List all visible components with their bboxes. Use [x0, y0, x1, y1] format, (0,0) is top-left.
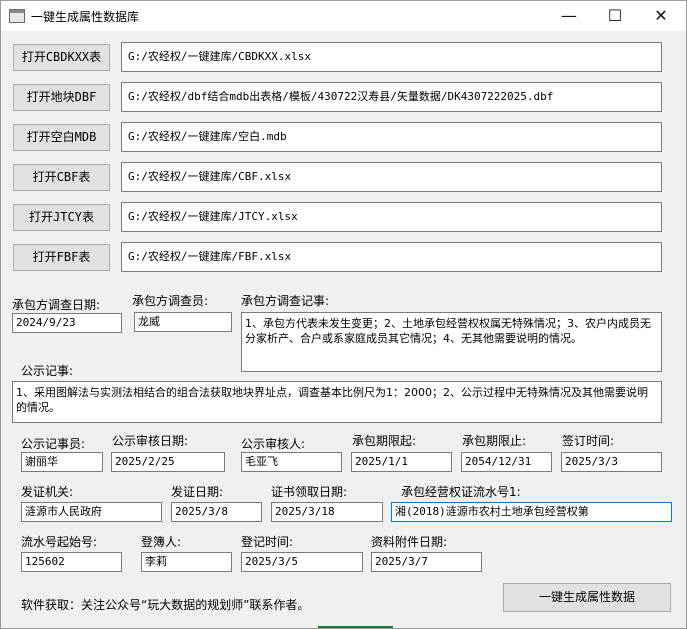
- publicity-reviewer-field[interactable]: 毛亚飞: [241, 452, 342, 472]
- open-dk-dbf-button[interactable]: 打开地块DBF: [13, 84, 110, 111]
- minimize-button[interactable]: —: [546, 1, 592, 31]
- software-source-note: 软件获取：关注公众号“玩大数据的规划师”联系作者。: [21, 598, 310, 612]
- survey-notes-field[interactable]: 1、承包方代表未发生变更；2、土地承包经营权权属无特殊情况；3、农户内成员无分家…: [241, 312, 662, 372]
- sign-time-field[interactable]: 2025/3/3: [561, 452, 662, 472]
- survey-date-field[interactable]: 2024/9/23: [12, 313, 122, 333]
- jtcy-path-field[interactable]: G:/农经权/一键建库/JTCY.xlsx: [121, 202, 662, 232]
- certificate-serial-prefix-field[interactable]: 湘(2018)涟源市农村土地承包经营权第: [391, 502, 672, 522]
- registration-time-field[interactable]: 2025/3/5: [241, 552, 363, 572]
- open-empty-mdb-button[interactable]: 打开空白MDB: [13, 124, 110, 151]
- publicity-review-date-field[interactable]: 2025/2/25: [111, 452, 225, 472]
- generate-database-button[interactable]: 一键生成属性数据: [503, 583, 671, 612]
- survey-notes-label: 承包方调查记事:: [241, 294, 330, 308]
- cbf-path-field[interactable]: G:/农经权/一键建库/CBF.xlsx: [121, 162, 662, 192]
- empty-mdb-path-field[interactable]: G:/农经权/一键建库/空白.mdb: [121, 122, 662, 152]
- cbdkxx-path-field[interactable]: G:/农经权/一键建库/CBDKXX.xlsx: [121, 42, 662, 72]
- open-fbf-button[interactable]: 打开FBF表: [13, 244, 110, 271]
- issue-date-field[interactable]: 2025/3/8: [171, 502, 262, 522]
- publicity-notes-label: 公示记事:: [21, 364, 74, 378]
- issue-date-label: 发证日期:: [171, 485, 224, 499]
- contract-start-field[interactable]: 2025/1/1: [351, 452, 452, 472]
- survey-investigator-field[interactable]: 龙威: [134, 312, 232, 332]
- dk-dbf-path-field[interactable]: G:/农经权/dbf结合mdb出表格/模板/430722汉寿县/矢量数据/DK4…: [121, 82, 662, 112]
- maximize-button[interactable]: ☐: [592, 1, 638, 31]
- open-cbf-button[interactable]: 打开CBF表: [13, 164, 110, 191]
- sign-time-label: 签订时间:: [562, 434, 615, 448]
- app-window-icon: [9, 9, 25, 23]
- publicity-recorder-field[interactable]: 谢丽华: [21, 452, 103, 472]
- attachment-date-label: 资料附件日期:: [371, 535, 448, 549]
- taskbar-highlight-strip: [318, 626, 393, 628]
- certificate-receive-date-field[interactable]: 2025/3/18: [271, 502, 383, 522]
- registration-time-label: 登记时间:: [241, 535, 294, 549]
- issuing-authority-label: 发证机关:: [21, 485, 74, 499]
- certificate-receive-date-label: 证书领取日期:: [271, 485, 348, 499]
- contract-end-field[interactable]: 2054/12/31: [461, 452, 552, 472]
- open-jtcy-button[interactable]: 打开JTCY表: [13, 204, 110, 231]
- registrar-field[interactable]: 李莉: [141, 552, 232, 572]
- attachment-date-field[interactable]: 2025/3/7: [371, 552, 482, 572]
- certificate-serial-prefix-label: 承包经营权证流水号1:: [401, 485, 521, 499]
- serial-start-number-field[interactable]: 125602: [21, 552, 122, 572]
- title-bar: 一键生成属性数据库 — ☐ ✕: [1, 1, 686, 31]
- publicity-recorder-label: 公示记事员:: [21, 437, 86, 451]
- publicity-review-date-label: 公示审核日期:: [112, 434, 189, 448]
- close-button[interactable]: ✕: [638, 1, 684, 31]
- serial-start-number-label: 流水号起始号:: [21, 535, 98, 549]
- issuing-authority-field[interactable]: 涟源市人民政府: [21, 502, 162, 522]
- contract-end-label: 承包期限止:: [462, 434, 527, 448]
- window-title: 一键生成属性数据库: [31, 10, 140, 24]
- survey-investigator-label: 承包方调查员:: [132, 294, 209, 308]
- open-cbdkxx-button[interactable]: 打开CBDKXX表: [13, 44, 110, 71]
- survey-date-label: 承包方调查日期:: [12, 298, 101, 312]
- fbf-path-field[interactable]: G:/农经权/一键建库/FBF.xlsx: [121, 242, 662, 272]
- registrar-label: 登簿人:: [141, 535, 182, 549]
- main-window: 一键生成属性数据库 — ☐ ✕ 打开CBDKXX表 G:/农经权/一键建库/CB…: [0, 0, 687, 629]
- contract-start-label: 承包期限起:: [352, 434, 417, 448]
- publicity-reviewer-label: 公示审核人:: [241, 437, 306, 451]
- publicity-notes-field[interactable]: 1、采用图解法与实测法相结合的组合法获取地块界址点，调查基本比例尺为1：2000…: [12, 381, 662, 423]
